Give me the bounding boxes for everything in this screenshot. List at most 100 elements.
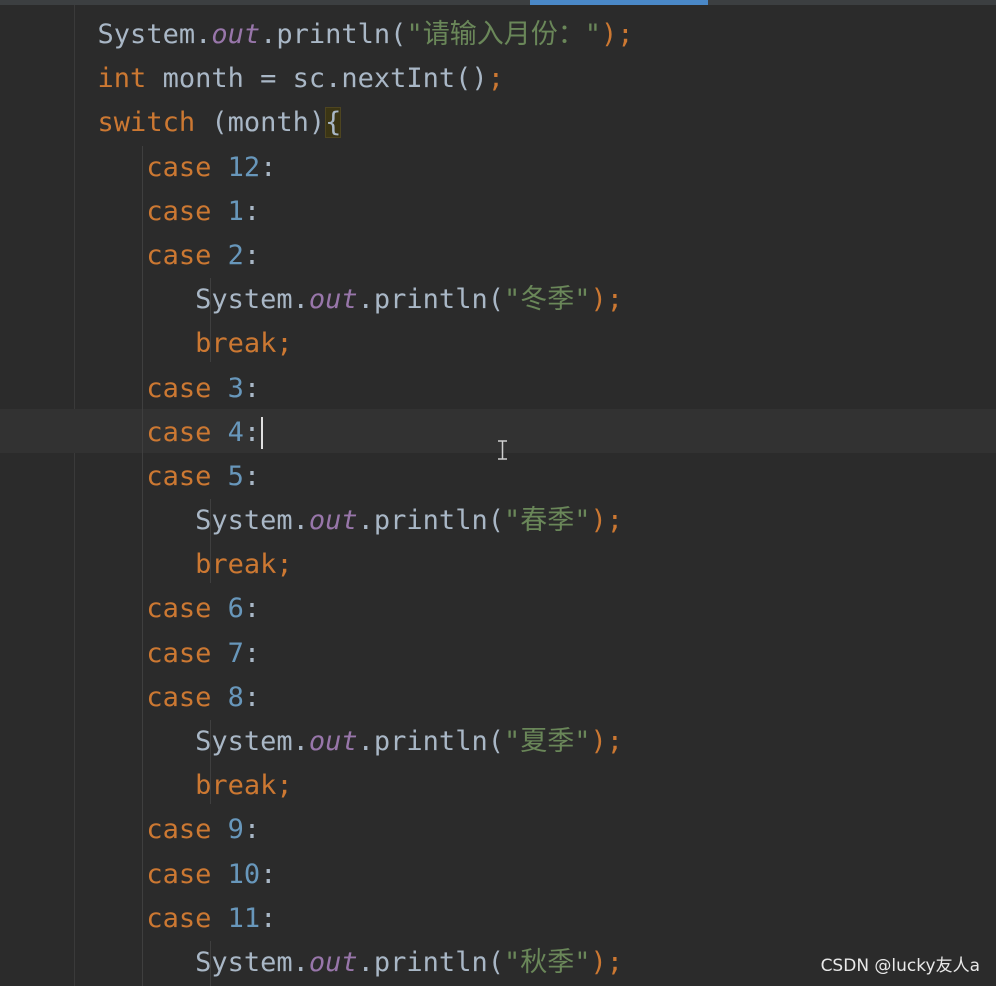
editor-tab-strip [0,0,996,5]
code-token: { [325,107,342,139]
code-token: System. [195,505,309,537]
code-token: : [243,239,261,271]
code-token: : [260,858,277,890]
code-token: System. [195,726,309,757]
code-token: switch [97,107,196,139]
code-token: 3 [227,372,244,404]
code-line[interactable]: System.out.println("春季"); [0,499,996,543]
code-token: ); [590,284,623,316]
active-tab-indicator[interactable] [530,0,708,5]
code-token: : [243,637,261,669]
code-line[interactable]: System.out.println("夏季"); [0,720,996,764]
code-token: month = sc.nextInt() [146,63,488,95]
code-line[interactable]: break; [0,543,996,587]
code-token: .println( [357,505,504,537]
watermark: CSDN @lucky友人a [820,956,980,976]
code-token: System. [97,19,212,50]
code-token: case [146,681,228,713]
code-token: .println( [357,284,504,316]
text-cursor-ibeam-icon [498,440,507,460]
code-token: ); [590,946,623,978]
code-line[interactable]: System.out.println("冬季"); [0,278,996,322]
code-token: "冬季" [503,284,591,316]
code-token: case [146,151,228,183]
code-token: case [146,637,228,669]
code-token: ); [600,19,634,50]
code-token: break; [195,328,293,360]
code-token: (month) [195,107,326,139]
code-token: "春季" [503,505,591,537]
code-token: ); [590,505,623,537]
code-token: case [146,858,228,890]
code-token: 7 [227,637,244,669]
code-line[interactable]: case 10: [0,853,996,897]
code-token: 10 [227,858,261,890]
code-token: .println( [357,946,504,978]
code-token: : [243,460,261,492]
code-line[interactable]: case 9: [0,808,996,852]
code-token: 9 [227,814,244,846]
code-token: : [260,151,277,183]
code-token: case [146,372,228,404]
code-token: out [308,946,358,978]
code-token: : [243,372,261,404]
text-caret [261,417,264,450]
code-token: System. [195,284,309,316]
code-token: out [308,284,358,316]
code-line[interactable]: switch (month){ [0,101,996,145]
code-line[interactable]: case 7: [0,632,996,676]
code-token: out [211,19,261,50]
code-token: : [243,416,261,448]
code-line[interactable]: case 1: [0,190,996,234]
code-token: .println( [260,19,407,50]
code-token: 11 [227,902,261,934]
code-line[interactable]: break; [0,764,996,808]
code-editor[interactable]: System.out.println("请输入月份："); int month … [0,13,996,985]
code-token: : [243,681,261,713]
code-line[interactable]: case 6: [0,587,996,631]
code-token: "请输入月份：" [406,19,601,50]
code-token: 5 [227,460,244,492]
code-token: 1 [227,195,244,227]
code-line[interactable]: case 8: [0,676,996,720]
code-token: case [146,902,228,934]
code-token: break; [195,770,293,802]
code-token: ; [487,63,504,95]
code-token: "夏季" [503,726,591,757]
code-line[interactable]: int month = sc.nextInt(); [0,57,996,101]
code-token: out [308,726,358,757]
code-token: : [243,814,261,846]
code-token: 4 [227,416,244,448]
code-token: 2 [227,239,244,271]
code-line[interactable]: case 2: [0,234,996,278]
code-token: ); [590,726,623,757]
code-line[interactable]: case 12: [0,146,996,190]
code-line[interactable]: case 11: [0,897,996,941]
code-token: : [260,902,277,934]
code-line[interactable]: System.out.println("请输入月份："); [0,13,996,57]
code-line[interactable]: case 5: [0,455,996,499]
code-line[interactable]: break; [0,322,996,366]
code-line[interactable]: case 3: [0,367,996,411]
code-token: case [146,814,228,846]
code-token: System. [195,946,309,978]
code-token: "秋季" [503,946,591,978]
code-token: out [308,505,358,537]
